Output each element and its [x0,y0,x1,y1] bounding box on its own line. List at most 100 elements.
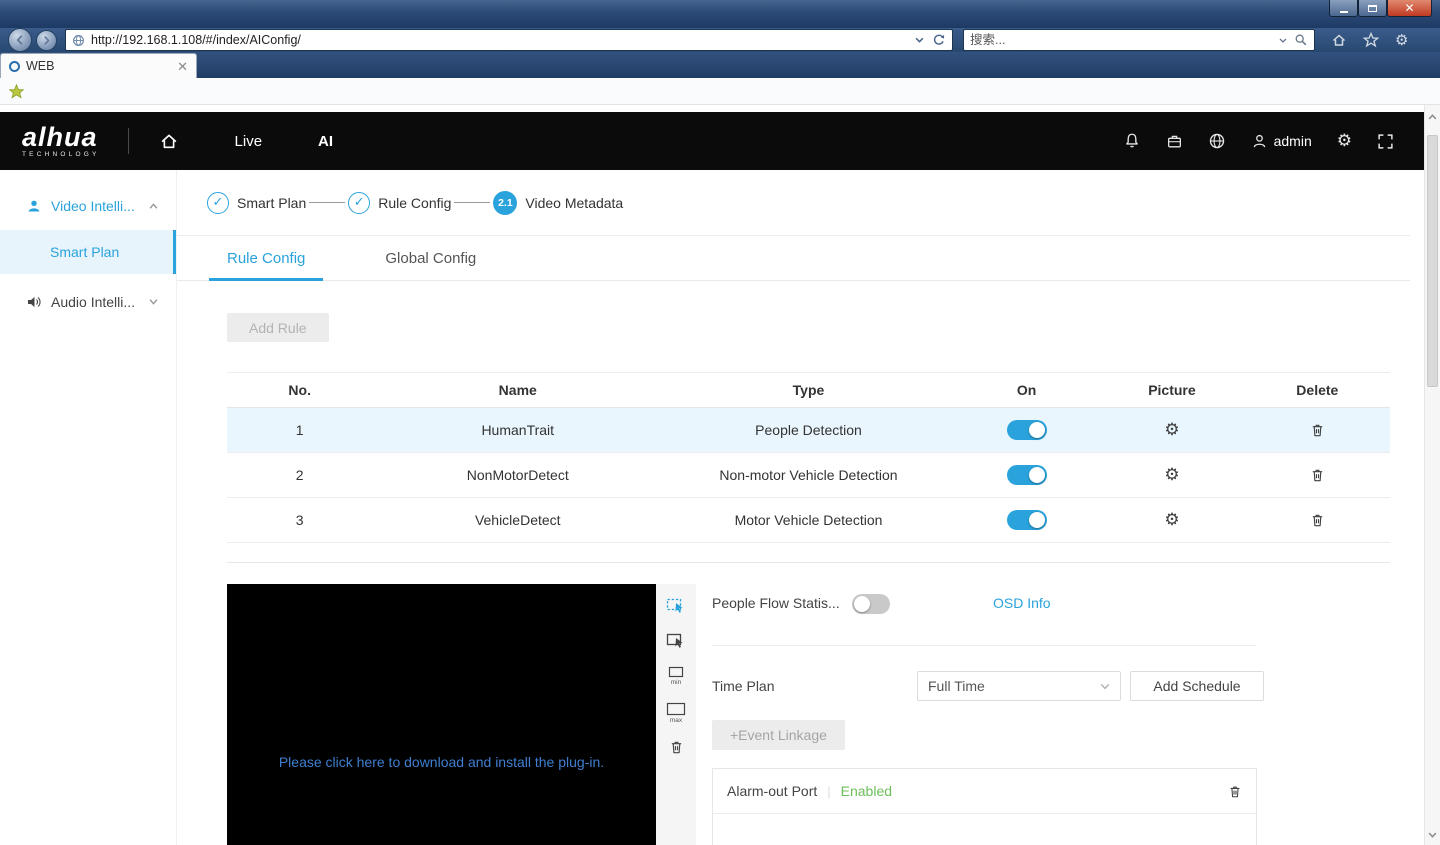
clear-draw-tool[interactable] [669,739,684,755]
cell-type: Motor Vehicle Detection [663,512,954,528]
toggle-knob [854,596,870,612]
home-nav-icon[interactable] [159,131,179,151]
step-video-metadata[interactable]: 2.1 Video Metadata [493,191,623,215]
step-label: Video Metadata [525,195,623,211]
window-close-button[interactable]: ✕ [1387,0,1432,17]
window-maximize-button[interactable] [1358,0,1387,17]
browser-tab-row: WEB ✕ [0,52,1440,78]
globe-language-icon[interactable] [1208,132,1226,150]
nav-item-ai[interactable]: AI [318,133,333,150]
alarm-out-row[interactable]: Alarm-out Port | Enabled [713,769,1256,814]
search-icon[interactable] [1294,33,1308,47]
cell-name: NonMotorDetect [372,467,663,483]
step-done-icon: ✓ [207,192,229,214]
user-menu[interactable]: admin [1251,133,1312,150]
app-header: alhua TECHNOLOGY Live AI admin ⚙ [0,112,1424,170]
time-plan-select[interactable]: Full Time [917,671,1121,701]
notification-bell-icon[interactable] [1123,132,1141,150]
window-minimize-button[interactable] [1329,0,1358,17]
alarm-out-label: Alarm-out Port [727,783,817,799]
draw-tool-strip: min max [656,584,696,845]
search-input[interactable] [970,33,1279,47]
sidebar-item-label: Smart Plan [50,244,119,260]
delete-trash-icon[interactable] [1310,467,1325,483]
sidebar-item-audio-intelligence[interactable]: Audio Intelli... [0,278,176,326]
people-flow-label: People Flow Statis... [712,595,840,611]
fullscreen-icon[interactable] [1377,133,1394,150]
audio-intelligence-icon [26,294,42,310]
page-scrollbar[interactable] [1424,105,1440,845]
scrollbar-thumb[interactable] [1427,135,1438,387]
video-intelligence-icon [26,198,42,214]
step-connector [454,202,490,203]
search-dropdown-icon[interactable] [1279,38,1287,43]
tab-favicon-icon [9,61,20,72]
scroll-down-arrow[interactable] [1425,827,1440,843]
config-tabs: Rule Config Global Config [177,236,1410,281]
draw-rule-tool[interactable] [666,596,686,616]
column-header-type: Type [663,382,954,398]
screen: ✕ http://192.168.1.108/#/index/AIConfig/ [0,0,1440,845]
osd-info-link[interactable]: OSD Info [993,595,1051,611]
header-nav: Live AI [159,131,334,151]
add-schedule-button[interactable]: Add Schedule [1130,671,1264,701]
people-flow-toggle[interactable] [852,594,890,614]
rule-on-toggle[interactable] [1007,465,1047,485]
sidebar: Video Intelli... Smart Plan Audio Intell… [0,170,177,845]
favorites-icon[interactable] [1363,32,1379,48]
nav-item-live[interactable]: Live [235,133,263,150]
tab-close-icon[interactable]: ✕ [177,60,188,73]
refresh-icon[interactable] [932,33,946,47]
toolbox-icon[interactable] [1166,133,1183,150]
tools-gear-icon[interactable]: ⚙ [1395,33,1408,48]
address-bar-icons [915,33,946,47]
delete-trash-icon[interactable] [1310,422,1325,438]
min-size-icon [667,666,685,679]
browser-tab-web[interactable]: WEB ✕ [0,53,197,78]
max-size-tool[interactable]: max [666,702,686,725]
sidebar-item-smart-plan[interactable]: Smart Plan [0,230,176,274]
home-icon[interactable] [1331,32,1347,48]
chevron-up-icon [149,203,158,209]
table-row[interactable]: 3 VehicleDetect Motor Vehicle Detection … [227,498,1390,543]
min-size-tool[interactable]: min [667,666,685,687]
table-row[interactable]: 2 NonMotorDetect Non-motor Vehicle Detec… [227,453,1390,498]
step-current-badge: 2.1 [493,191,517,215]
step-label: Rule Config [378,195,451,211]
browser-back-button[interactable] [8,28,32,52]
step-smart-plan[interactable]: ✓ Smart Plan [207,192,306,214]
favorites-star-icon[interactable] [9,84,24,99]
max-size-label: max [670,718,682,725]
rule-on-toggle[interactable] [1007,510,1047,530]
column-header-delete: Delete [1245,382,1390,398]
header-right-icons: admin ⚙ [1123,132,1394,150]
table-row[interactable]: 1 HumanTrait People Detection ⚙ [227,408,1390,453]
tab-rule-config[interactable]: Rule Config [209,236,323,280]
picture-config-gear-icon[interactable]: ⚙ [1164,422,1179,439]
dahua-logo: alhua TECHNOLOGY [22,124,100,159]
scroll-up-arrow[interactable] [1425,109,1440,125]
draw-exclude-tool[interactable] [666,631,686,651]
step-rule-config[interactable]: ✓ Rule Config [348,192,451,214]
plugin-download-link[interactable]: Please click here to download and instal… [227,754,656,770]
picture-config-gear-icon[interactable]: ⚙ [1164,512,1179,529]
browser-address-row: http://192.168.1.108/#/index/AIConfig/ ⚙ [0,28,1440,52]
alarm-delete-trash-icon[interactable] [1228,784,1242,799]
picture-config-gear-icon[interactable]: ⚙ [1164,467,1179,484]
rule-on-toggle[interactable] [1007,420,1047,440]
settings-gear-icon[interactable]: ⚙ [1337,133,1352,150]
add-rule-button[interactable]: Add Rule [227,313,329,342]
delete-trash-icon[interactable] [1310,512,1325,528]
address-dropdown-icon[interactable] [915,37,924,43]
address-bar[interactable]: http://192.168.1.108/#/index/AIConfig/ [65,29,953,51]
sidebar-item-label: Audio Intelli... [51,294,135,310]
main-content: ✓ Smart Plan ✓ Rule Config 2.1 Video Met… [177,170,1424,845]
tab-global-config[interactable]: Global Config [367,236,494,280]
draw-rule-icon [666,596,686,616]
cell-name: VehicleDetect [372,512,663,528]
event-linkage-button[interactable]: +Event Linkage [712,720,845,750]
browser-forward-button[interactable] [36,30,57,51]
window-titlebar: ✕ [0,0,1440,28]
time-plan-value: Full Time [928,678,1100,694]
sidebar-item-video-intelligence[interactable]: Video Intelli... [0,182,176,230]
